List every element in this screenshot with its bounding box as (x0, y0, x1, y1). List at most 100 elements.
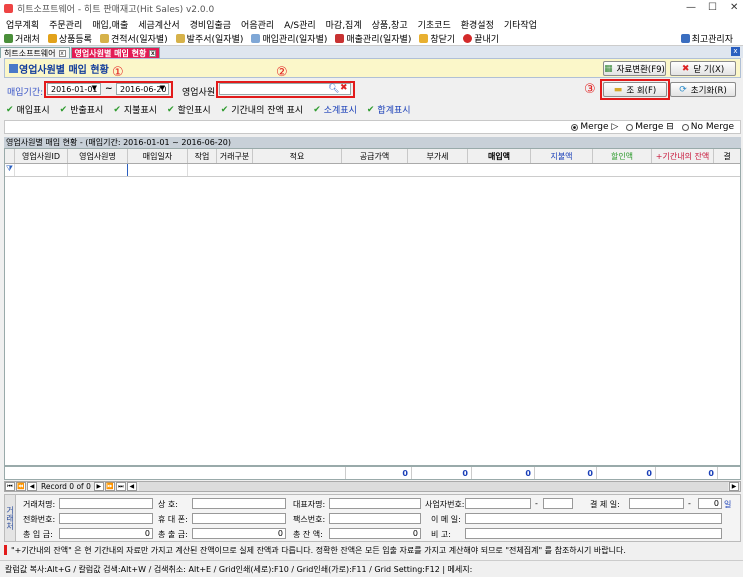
toolbar-exit[interactable]: 끝내기 (463, 32, 499, 45)
col-header[interactable]: 지불액 (531, 149, 593, 163)
menu-item[interactable]: A/S관리 (284, 18, 315, 31)
menu-item[interactable]: 경비입출금 (190, 18, 231, 31)
menu-item[interactable]: 어음관리 (241, 18, 274, 31)
col-header[interactable]: 할인액 (593, 149, 652, 163)
highlight-box-1 (44, 81, 173, 98)
toolbar-sales[interactable]: 매출관리(일자별) (335, 32, 411, 45)
menu-item[interactable]: 상품,창고 (372, 18, 408, 31)
prev-record-button[interactable]: ◀ (27, 482, 37, 491)
reset-button[interactable]: ⟳ 초기화(R) (670, 82, 736, 97)
product-icon (47, 34, 57, 43)
email-field[interactable] (465, 513, 722, 524)
close-tab-icon[interactable]: x (149, 49, 157, 57)
option-subtotal[interactable]: ✔ 소계표시 (313, 103, 357, 117)
order-icon (175, 34, 185, 43)
convert-button[interactable]: ▦ 자료변환(F9) (603, 61, 666, 76)
close-window-button[interactable]: ✕ (730, 2, 738, 13)
toolbar-purchase[interactable]: 매입관리(일자별) (251, 32, 327, 45)
total-in-field: 0 (59, 528, 153, 539)
menu-item[interactable]: 주문관리 (49, 18, 82, 31)
note-field[interactable] (465, 528, 722, 539)
next-record-button[interactable]: ▶ (93, 482, 104, 491)
maximize-button[interactable]: ☐ (708, 2, 717, 13)
col-header[interactable]: 작업 (188, 149, 217, 163)
total-out-label: 총 출 금: (158, 530, 188, 539)
customer-icon (4, 34, 13, 43)
radio-merge-right[interactable]: Merge ▷ (571, 122, 618, 132)
window-title: 히트소프트웨어 - 히트 판매재고(Hit Sales) v2.0.0 (17, 5, 215, 15)
filter-row[interactable]: ⧩ (5, 164, 740, 177)
check-icon: ✔ (313, 104, 321, 115)
footer-discount: 0 (597, 467, 656, 479)
footer-balance: 0 (656, 467, 718, 479)
check-icon: ✔ (6, 104, 14, 115)
col-header[interactable]: 영업사원명 (68, 149, 128, 163)
col-header[interactable]: 결 (714, 149, 740, 163)
close-tab-icon[interactable]: x (58, 49, 66, 57)
fax-field[interactable] (329, 513, 421, 524)
menu-item[interactable]: 기초코드 (418, 18, 451, 31)
menu-item[interactable]: 마감,집계 (326, 18, 362, 31)
radio-merge-box[interactable]: Merge ⊟ (626, 122, 674, 132)
ceo-field[interactable] (329, 498, 421, 509)
filter-icon: ⧩ (5, 164, 15, 176)
check-icon: ✔ (167, 104, 175, 115)
toolbar-user[interactable]: 최고관리자 (680, 32, 733, 45)
app-icon (4, 4, 13, 13)
col-header[interactable]: 매입일자 (128, 149, 188, 163)
highlight-box-3 (600, 79, 670, 100)
customer-info-panel: 거래처 거래처명: 상 호: 대표자명: 사업자번호: - 결 제 일: - 0… (4, 494, 741, 542)
company-field[interactable] (59, 498, 153, 509)
tab-rep-purchase[interactable]: 영업사원별 매입 현황 x (70, 47, 161, 58)
option-purchase[interactable]: ✔ 매입표시 (6, 103, 50, 117)
col-header[interactable]: 거래구분 (217, 149, 253, 163)
horizontal-scrollbar[interactable] (138, 482, 728, 491)
col-header[interactable]: 공급가액 (342, 149, 408, 163)
tel-field[interactable] (59, 513, 153, 524)
radio-no-merge[interactable]: No Merge (681, 122, 734, 132)
bizno-field-2[interactable] (543, 498, 573, 509)
menu-item[interactable]: 매입,매출 (92, 18, 128, 31)
settle-field[interactable] (629, 498, 684, 509)
option-return[interactable]: ✔ 반출표시 (60, 103, 104, 117)
record-indicator: Record 0 of 0 (41, 482, 91, 491)
minimize-button[interactable]: — (686, 2, 696, 13)
balance-label: 총 잔 액: (293, 530, 323, 539)
data-grid[interactable]: 영업사원ID 영업사원명 매입일자 작업 거래구분 적요 공급가액 부가세 매입… (4, 148, 741, 466)
prev-page-button[interactable]: ⏪ (16, 482, 26, 491)
menu-item[interactable]: 기타작업 (504, 18, 537, 31)
menu-item[interactable]: 업무계획 (6, 18, 39, 31)
option-discount[interactable]: ✔ 할인표시 (167, 103, 211, 117)
toolbar-product[interactable]: 상품등록 (47, 32, 92, 45)
next-page-button[interactable]: ⏩ (104, 482, 115, 491)
option-payment[interactable]: ✔ 지불표시 (113, 103, 157, 117)
close-all-icon[interactable]: x (731, 47, 740, 56)
bizno-field[interactable] (465, 498, 531, 509)
toolbar-quote[interactable]: 견적서(일자별) (99, 32, 168, 45)
trade-name-field[interactable] (192, 498, 286, 509)
col-header[interactable]: 매입액 (468, 149, 531, 163)
first-record-button[interactable]: ⏮ (5, 482, 15, 491)
settle-day-field[interactable]: 0 (698, 498, 722, 509)
option-balance[interactable]: ✔ 기간내의 잔액 표시 (221, 103, 304, 117)
settle-label: 결 제 일: (590, 500, 620, 509)
menu-item[interactable]: 세금계산서 (138, 18, 179, 31)
toolbar-close-windows[interactable]: 창닫기 (419, 32, 455, 45)
option-total[interactable]: ✔ 합계표시 (367, 103, 411, 117)
menu-item[interactable]: 환경설정 (461, 18, 494, 31)
refresh-icon: ⟳ (679, 84, 687, 95)
col-header[interactable]: +기간내의 잔액 (652, 149, 714, 163)
bizno-label: 사업자번호: (425, 500, 465, 509)
mobile-field[interactable] (192, 513, 286, 524)
col-header[interactable]: 영업사원ID (15, 149, 68, 163)
col-header[interactable]: 적요 (253, 149, 342, 163)
close-button[interactable]: ✖ 닫 기(X) (670, 61, 736, 76)
scroll-right-button[interactable]: ▶ (729, 482, 739, 491)
tab-home[interactable]: 히트소프트웨어 x (0, 47, 70, 58)
toolbar-order[interactable]: 발주서(일자별) (175, 32, 243, 45)
col-header[interactable]: 부가세 (408, 149, 468, 163)
form-icon (9, 64, 18, 73)
toolbar-customer[interactable]: 거래처 (4, 32, 40, 45)
last-record-button[interactable]: ⏭ (115, 482, 126, 491)
scroll-left-button[interactable]: ◀ (126, 482, 137, 491)
